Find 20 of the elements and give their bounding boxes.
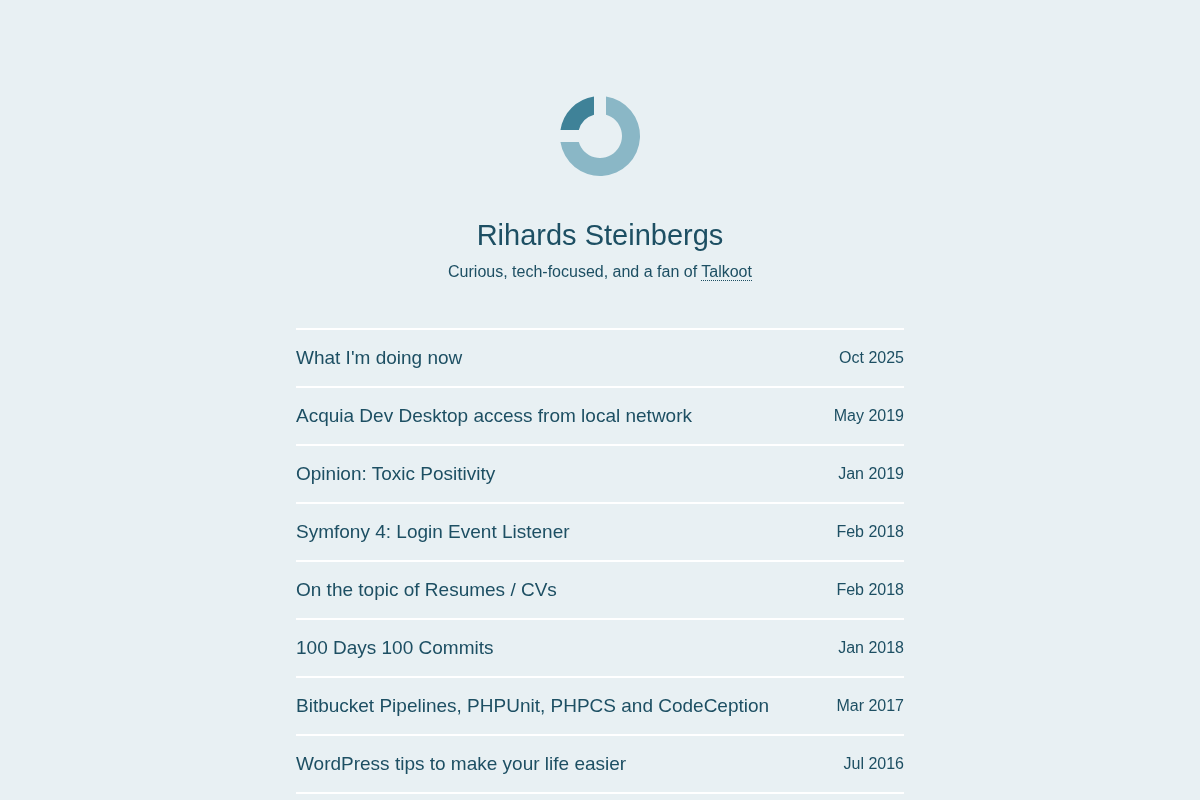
post-date: Jan 2018	[838, 638, 904, 658]
post-date: Feb 2018	[836, 522, 904, 542]
post-date: Oct 2025	[839, 348, 904, 368]
post-date: Mar 2017	[836, 696, 904, 716]
post-date: Jan 2019	[838, 464, 904, 484]
post-date: Feb 2018	[836, 580, 904, 600]
ring-logo-icon	[560, 96, 640, 176]
post-title-link[interactable]: Acquia Dev Desktop access from local network	[296, 401, 692, 431]
tagline: Curious, tech-focused, and a fan of Talkoot	[447, 262, 753, 283]
post-title-link[interactable]: Symfony 4: Login Event Listener	[296, 517, 570, 547]
post-title-link[interactable]: 100 Days 100 Commits	[296, 633, 494, 663]
post-date: May 2019	[833, 406, 904, 426]
talkoot-link[interactable]: Talkoot	[701, 263, 752, 281]
post-title-link[interactable]: What I'm doing now	[296, 343, 463, 373]
post-title-link[interactable]: Opinion: Toxic Positivity	[296, 459, 496, 489]
post-date: Jul 2016	[843, 754, 904, 774]
post-title-link[interactable]: WordPress tips to make your life easier	[296, 749, 627, 779]
post-title-link[interactable]: Bitbucket Pipelines, PHPUnit, PHPCS and CodeCeption	[296, 691, 770, 721]
post-title-link[interactable]: On the topic of Resumes / CVs	[296, 575, 557, 605]
site-title: Rihards Steinbergs	[475, 218, 725, 253]
